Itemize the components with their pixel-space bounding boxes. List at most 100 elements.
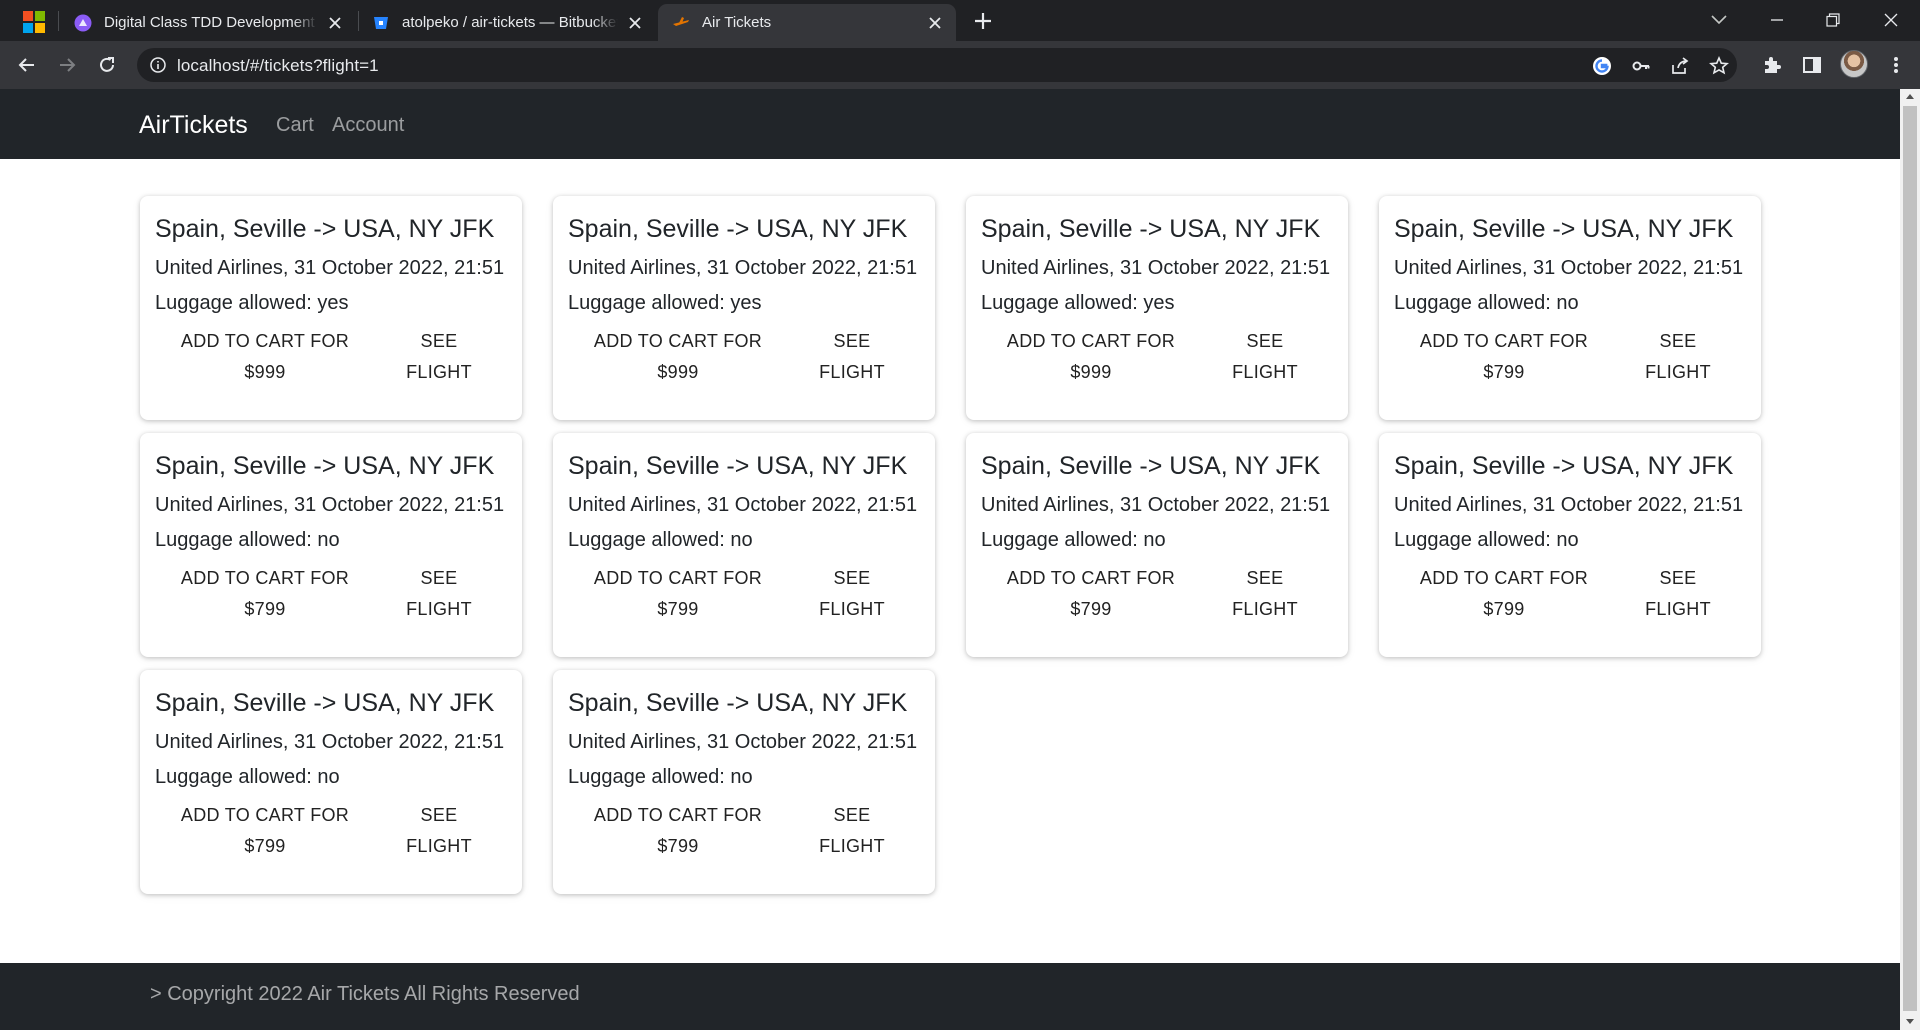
tab-close-icon[interactable] (926, 14, 944, 32)
ticket-airline-date: United Airlines, 31 October 2022, 21:51 (981, 257, 1331, 279)
add-to-cart-button[interactable]: ADD TO CART FOR $799 (573, 559, 783, 629)
tab-close-icon[interactable] (626, 14, 644, 32)
ticket-luggage: Luggage allowed: no (155, 766, 340, 788)
see-flight-button[interactable]: SEE FLIGHT (384, 796, 494, 866)
ticket-route: Spain, Seville -> USA, NY JFK (155, 452, 495, 480)
profile-avatar[interactable] (1840, 50, 1868, 78)
add-to-cart-button[interactable]: ADD TO CART FOR $999 (986, 322, 1196, 392)
add-to-cart-button[interactable]: ADD TO CART FOR $799 (573, 796, 783, 866)
address-bar[interactable]: localhost/#/tickets?flight=1 (137, 48, 1737, 82)
page-footer: > Copyright 2022 Air Tickets All Rights … (0, 963, 1900, 1030)
ticket-luggage: Luggage allowed: yes (155, 292, 349, 314)
back-arrow-icon[interactable] (16, 54, 38, 76)
ticket-airline-date: United Airlines, 31 October 2022, 21:51 (155, 257, 505, 279)
nav-link-cart[interactable]: Cart (276, 114, 314, 137)
scroll-down-arrow-icon[interactable] (1906, 1019, 1914, 1024)
add-to-cart-label: ADD TO CART FOR (1006, 331, 1176, 351)
see-flight-button[interactable]: SEE FLIGHT (384, 322, 494, 392)
new-tab-plus-icon[interactable] (972, 10, 994, 32)
air-tickets-icon (673, 16, 689, 26)
ticket-card: Spain, Seville -> USA, NY JFK United Air… (140, 433, 522, 657)
google-lens-icon[interactable] (1592, 56, 1612, 76)
ticket-airline-date: United Airlines, 31 October 2022, 21:51 (1394, 257, 1744, 279)
bookmark-star-icon[interactable] (1709, 56, 1729, 76)
see-flight-button[interactable]: SEE FLIGHT (797, 322, 907, 392)
add-to-cart-button[interactable]: ADD TO CART FOR $999 (160, 322, 370, 392)
ticket-luggage: Luggage allowed: yes (568, 292, 762, 314)
see-flight-label: SEE (420, 331, 458, 351)
see-flight-button[interactable]: SEE FLIGHT (797, 796, 907, 866)
ticket-airline-date: United Airlines, 31 October 2022, 21:51 (155, 731, 505, 753)
tab-bitbucket[interactable]: atolpeko / air-tickets — Bitbucket (358, 4, 656, 41)
scroll-up-arrow-icon[interactable] (1906, 94, 1914, 99)
ticket-airline-date: United Airlines, 31 October 2022, 21:51 (155, 494, 505, 516)
see-flight-button[interactable]: SEE FLIGHT (1210, 559, 1320, 629)
add-to-cart-label: ADD TO CART FOR (1419, 568, 1589, 588)
tab-search-chevron-icon[interactable] (1708, 9, 1730, 31)
see-flight-label: SEE (1246, 568, 1284, 588)
key-icon[interactable] (1631, 56, 1651, 76)
ticket-route: Spain, Seville -> USA, NY JFK (155, 215, 495, 243)
add-to-cart-button[interactable]: ADD TO CART FOR $799 (986, 559, 1196, 629)
minimize-icon[interactable] (1766, 9, 1788, 31)
see-flight-button[interactable]: SEE FLIGHT (1623, 559, 1733, 629)
see-flight-label: SEE (833, 805, 871, 825)
side-panel-icon[interactable] (1801, 54, 1823, 76)
bitbucket-icon (374, 16, 388, 29)
brand-link[interactable]: AirTickets (139, 111, 248, 140)
tab-digital-class[interactable]: Digital Class TDD Development A (60, 4, 356, 41)
see-flight-label: SEE (1246, 331, 1284, 351)
tab-close-icon[interactable] (326, 14, 344, 32)
add-to-cart-button[interactable]: ADD TO CART FOR $799 (160, 559, 370, 629)
forward-arrow-icon[interactable] (56, 54, 78, 76)
add-to-cart-label: ADD TO CART FOR (180, 805, 350, 825)
restore-icon[interactable] (1822, 9, 1844, 31)
add-to-cart-button[interactable]: ADD TO CART FOR $999 (573, 322, 783, 392)
see-flight-button[interactable]: SEE FLIGHT (384, 559, 494, 629)
tab-title: atolpeko / air-tickets — Bitbucket (402, 14, 618, 31)
tab-title: Digital Class TDD Development A (104, 14, 318, 31)
page-scrollbar[interactable] (1900, 89, 1920, 1030)
ticket-luggage: Luggage allowed: no (1394, 529, 1579, 551)
menu-kebab-icon[interactable] (1885, 54, 1907, 76)
share-icon[interactable] (1670, 56, 1690, 76)
close-window-icon[interactable] (1880, 9, 1902, 31)
see-flight-button[interactable]: SEE FLIGHT (797, 559, 907, 629)
url-text[interactable]: localhost/#/tickets?flight=1 (177, 56, 379, 76)
ticket-luggage: Luggage allowed: yes (981, 292, 1175, 314)
ticket-price: $799 (244, 836, 286, 856)
add-to-cart-label: ADD TO CART FOR (1419, 331, 1589, 351)
see-flight-button[interactable]: SEE FLIGHT (1210, 322, 1320, 392)
tab-air-tickets[interactable]: Air Tickets (658, 4, 956, 41)
reload-icon[interactable] (96, 54, 118, 76)
see-flight-label-line2: FLIGHT (819, 599, 885, 619)
ticket-card: Spain, Seville -> USA, NY JFK United Air… (140, 670, 522, 894)
add-to-cart-button[interactable]: ADD TO CART FOR $799 (1399, 559, 1609, 629)
add-to-cart-button[interactable]: ADD TO CART FOR $799 (160, 796, 370, 866)
see-flight-label: SEE (833, 331, 871, 351)
nav-link-account[interactable]: Account (332, 114, 404, 137)
site-info-icon[interactable] (149, 56, 167, 74)
add-to-cart-label: ADD TO CART FOR (180, 331, 350, 351)
ticket-route: Spain, Seville -> USA, NY JFK (1394, 215, 1734, 243)
see-flight-label-line2: FLIGHT (1232, 599, 1298, 619)
ticket-price: $799 (1483, 599, 1525, 619)
windows-logo-icon[interactable] (23, 11, 45, 33)
see-flight-label-line2: FLIGHT (1232, 362, 1298, 382)
tab-title: Air Tickets (702, 14, 772, 31)
ticket-price: $799 (657, 836, 699, 856)
ticket-price: $799 (1070, 599, 1112, 619)
ticket-price: $999 (657, 362, 699, 382)
ticket-luggage: Luggage allowed: no (1394, 292, 1579, 314)
ticket-airline-date: United Airlines, 31 October 2022, 21:51 (568, 731, 918, 753)
scrollbar-thumb[interactable] (1903, 106, 1917, 1011)
ticket-route: Spain, Seville -> USA, NY JFK (1394, 452, 1734, 480)
ticket-price: $799 (1483, 362, 1525, 382)
see-flight-button[interactable]: SEE FLIGHT (1623, 322, 1733, 392)
ticket-luggage: Luggage allowed: no (981, 529, 1166, 551)
add-to-cart-button[interactable]: ADD TO CART FOR $799 (1399, 322, 1609, 392)
extensions-puzzle-icon[interactable] (1761, 54, 1783, 76)
ticket-card: Spain, Seville -> USA, NY JFK United Air… (553, 670, 935, 894)
ticket-luggage: Luggage allowed: no (568, 529, 753, 551)
ticket-route: Spain, Seville -> USA, NY JFK (981, 452, 1321, 480)
